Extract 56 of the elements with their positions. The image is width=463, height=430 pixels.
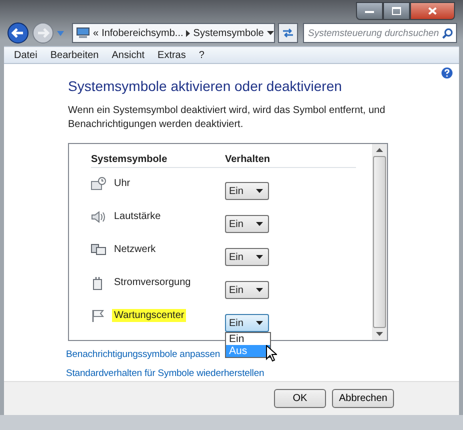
clock-icon bbox=[91, 177, 107, 191]
description-text: Wenn ein Systemsymbol deaktiviert wird, wird das Symbol entfernt, und Benachrichtigungen werden deaktiviert. bbox=[68, 104, 386, 132]
refresh-icon bbox=[282, 28, 294, 38]
network-icon bbox=[91, 243, 107, 257]
menu-item[interactable]: ? bbox=[198, 50, 204, 60]
caret-icon bbox=[256, 255, 263, 259]
icon-name: Wartungscenter bbox=[112, 309, 186, 322]
dropdown-option[interactable]: Ein bbox=[226, 333, 270, 345]
close-icon bbox=[428, 7, 437, 15]
icon-name: Netzwerk bbox=[113, 243, 157, 256]
breadcrumb-item[interactable]: Systemsymbole bbox=[193, 28, 264, 38]
scroll-up-icon[interactable] bbox=[376, 148, 383, 152]
address-field[interactable]: « Infobereichsymb... Systemsymbole bbox=[72, 23, 275, 43]
minimize-button[interactable] bbox=[356, 2, 383, 20]
page-heading: Systemsymbole aktivieren oder deaktivieren bbox=[68, 78, 343, 94]
dialog-button[interactable]: OK bbox=[274, 389, 326, 408]
search-field[interactable]: Systemsteuerung durchsuchen bbox=[303, 23, 457, 43]
scroll-down-icon[interactable] bbox=[376, 332, 383, 336]
maximize-icon bbox=[392, 7, 401, 15]
menu-item[interactable]: Extras bbox=[158, 50, 186, 60]
search-icon bbox=[442, 28, 453, 38]
caret-icon bbox=[256, 288, 263, 292]
link[interactable]: Benachrichtigungssymbole anpassen bbox=[66, 349, 220, 360]
caret-icon bbox=[256, 321, 263, 325]
dropdown-caret-icon[interactable] bbox=[266, 31, 274, 35]
icon-name: Lautstärke bbox=[113, 210, 162, 223]
help-icon[interactable] bbox=[441, 67, 453, 79]
link[interactable]: Standardverhalten für Symbole wiederherstellen bbox=[66, 368, 264, 379]
icon-name: Uhr bbox=[113, 177, 132, 190]
dialog-button[interactable]: Abbrechen bbox=[332, 389, 394, 408]
column-header: Verhalten bbox=[225, 154, 270, 165]
menu-item[interactable]: Ansicht bbox=[112, 50, 145, 60]
computer-icon bbox=[76, 27, 90, 39]
behavior-dropdown[interactable]: Ein bbox=[225, 314, 269, 332]
minimize-icon bbox=[365, 10, 374, 12]
caret-icon bbox=[256, 189, 263, 193]
behavior-dropdown[interactable]: Ein bbox=[225, 281, 269, 299]
behavior-dropdown[interactable]: Ein bbox=[225, 182, 269, 200]
close-button[interactable] bbox=[410, 2, 455, 20]
breadcrumb-prefix: « bbox=[93, 28, 99, 38]
icon-name: Stromversorgung bbox=[113, 276, 192, 289]
maximize-button[interactable] bbox=[383, 2, 410, 20]
column-header: Systemsymbole bbox=[91, 154, 168, 165]
menu-item[interactable]: Bearbeiten bbox=[50, 50, 99, 60]
behavior-dropdown[interactable]: Ein bbox=[225, 248, 269, 266]
scrollbar[interactable] bbox=[372, 144, 387, 340]
back-button[interactable] bbox=[7, 22, 29, 44]
caret-icon bbox=[256, 222, 263, 226]
refresh-button[interactable] bbox=[278, 23, 298, 43]
flag-icon bbox=[91, 309, 107, 323]
menu-item[interactable]: Datei bbox=[14, 50, 38, 60]
behavior-dropdown[interactable]: Ein bbox=[225, 215, 269, 233]
speaker-icon bbox=[91, 210, 107, 224]
scrollbar-thumb[interactable] bbox=[373, 156, 386, 328]
breadcrumb-item[interactable]: Infobereichsymb... bbox=[102, 28, 184, 38]
chevron-icon bbox=[186, 30, 190, 36]
